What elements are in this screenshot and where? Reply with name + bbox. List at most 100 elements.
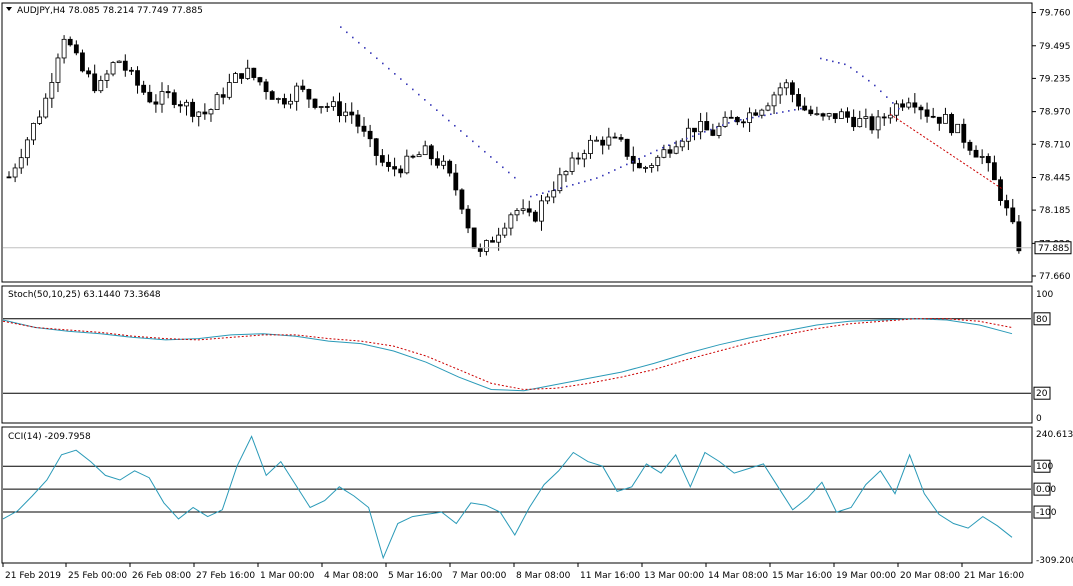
- sar-dot: [740, 119, 742, 121]
- candle-body: [514, 210, 520, 216]
- candle-body: [722, 116, 728, 127]
- stochastic-pane: 100 80 20 0: [2, 290, 1053, 424]
- symbol-header: AUDJPY,H4 78.085 78.214 77.749 77.885: [17, 6, 203, 16]
- candle-body: [838, 111, 844, 119]
- candle-body: [37, 116, 43, 124]
- candle-body: [759, 109, 765, 116]
- sar-dot: [584, 180, 586, 183]
- trading-chart[interactable]: 79.760 79.495 79.235 78.970 78.710 78.445 78.1…: [0, 0, 1073, 586]
- candle-body: [679, 140, 685, 148]
- candle-body: [24, 139, 30, 159]
- candle-body: [300, 85, 306, 90]
- sar-dot: [566, 185, 568, 188]
- sar-dot: [674, 142, 676, 144]
- cci-header: CCI(14) -209.7958: [8, 432, 91, 442]
- sar-dot: [406, 83, 408, 86]
- candle-body: [110, 62, 116, 75]
- candle-body: [649, 165, 655, 168]
- price-pane-frame: [1, 2, 1033, 283]
- candle-body: [863, 116, 869, 119]
- time-tick-label: 21 Mar 16:00: [964, 571, 1024, 581]
- sar-dot: [838, 62, 840, 64]
- candle-body: [343, 111, 349, 117]
- candle-body: [330, 101, 336, 107]
- sar-dot: [496, 161, 498, 163]
- candle-body: [924, 109, 930, 117]
- candle-body: [104, 73, 110, 81]
- sar-dot: [862, 75, 864, 78]
- candle-body: [92, 73, 98, 92]
- sar-dot: [394, 73, 396, 75]
- candle-body: [526, 208, 532, 213]
- candle-body: [422, 145, 428, 156]
- candle-body: [355, 114, 361, 127]
- cci-pane: 240.6133 100 0.00 -100 -309.2006: [2, 430, 1073, 566]
- candle-body: [796, 94, 801, 107]
- sar-dot: [478, 145, 480, 148]
- candle-body: [575, 157, 581, 160]
- candle-body: [655, 156, 661, 166]
- stoch-tick-label: 0: [1036, 414, 1042, 424]
- sar-dot: [668, 144, 670, 146]
- candle-body: [900, 103, 905, 108]
- candle-body: [282, 98, 287, 105]
- candle-body: [447, 160, 453, 174]
- candle-body: [196, 111, 202, 117]
- cci-tick-label: 0.00: [1036, 485, 1056, 495]
- candle-body: [949, 114, 954, 134]
- current-price-label: 77.885: [1038, 244, 1070, 254]
- sar-dot: [892, 102, 894, 104]
- sar-dot: [340, 26, 342, 28]
- candle-body: [122, 60, 128, 71]
- cci-tick-label: 100: [1036, 462, 1053, 472]
- candle-body: [55, 57, 61, 83]
- candle-body: [906, 102, 912, 108]
- candle-body: [245, 67, 251, 79]
- price-tick-label: 78.185: [1039, 206, 1071, 216]
- candle-body: [967, 141, 973, 151]
- candle-body: [887, 114, 893, 119]
- stoch-header: Stoch(50,10,25) 63.1440 73.3648: [8, 290, 161, 300]
- chart-header: AUDJPY,H4 78.085 78.214 77.749 77.885: [6, 6, 203, 16]
- candle-body: [159, 91, 165, 105]
- sar-dot: [370, 52, 372, 54]
- candle-body: [453, 172, 459, 191]
- sar-dot: [880, 90, 882, 93]
- candle-body: [881, 116, 887, 119]
- candle-body: [765, 105, 771, 111]
- candle-body: [985, 156, 991, 164]
- candle-body: [741, 121, 746, 124]
- time-tick-label: 21 Feb 2019: [5, 571, 61, 581]
- candle-body: [324, 106, 330, 108]
- candle-body: [410, 155, 416, 158]
- price-tick-label: 79.235: [1039, 74, 1071, 84]
- sar-dot: [644, 155, 646, 157]
- candle-body: [594, 139, 599, 142]
- sar-dot: [776, 112, 778, 114]
- sar-dot: [826, 59, 828, 61]
- candle-body: [875, 116, 881, 131]
- cci-tick-label: -100: [1036, 508, 1057, 518]
- candle-body: [288, 100, 293, 105]
- candle-body: [912, 102, 918, 108]
- candle-body: [551, 190, 557, 198]
- sar-dot: [578, 182, 580, 184]
- collapse-arrow-icon[interactable]: [6, 7, 12, 11]
- cci-tick-label: 240.6133: [1036, 430, 1073, 440]
- sar-dot: [626, 163, 628, 166]
- candle-body: [367, 130, 373, 140]
- candle-body: [251, 67, 257, 78]
- candle-body: [581, 153, 587, 160]
- price-tick-label: 78.970: [1039, 108, 1071, 118]
- cci-series-cci: [2, 435, 1013, 560]
- sar-dot: [382, 62, 384, 65]
- candle-body: [673, 146, 679, 154]
- sar-dot: [820, 57, 822, 60]
- sar-dot: [662, 146, 664, 149]
- candle-body: [624, 138, 630, 157]
- candle-body: [269, 91, 275, 100]
- candle-body: [955, 123, 961, 134]
- sar-dot: [346, 31, 348, 34]
- candle-body: [275, 98, 281, 100]
- sar-dot: [412, 88, 414, 91]
